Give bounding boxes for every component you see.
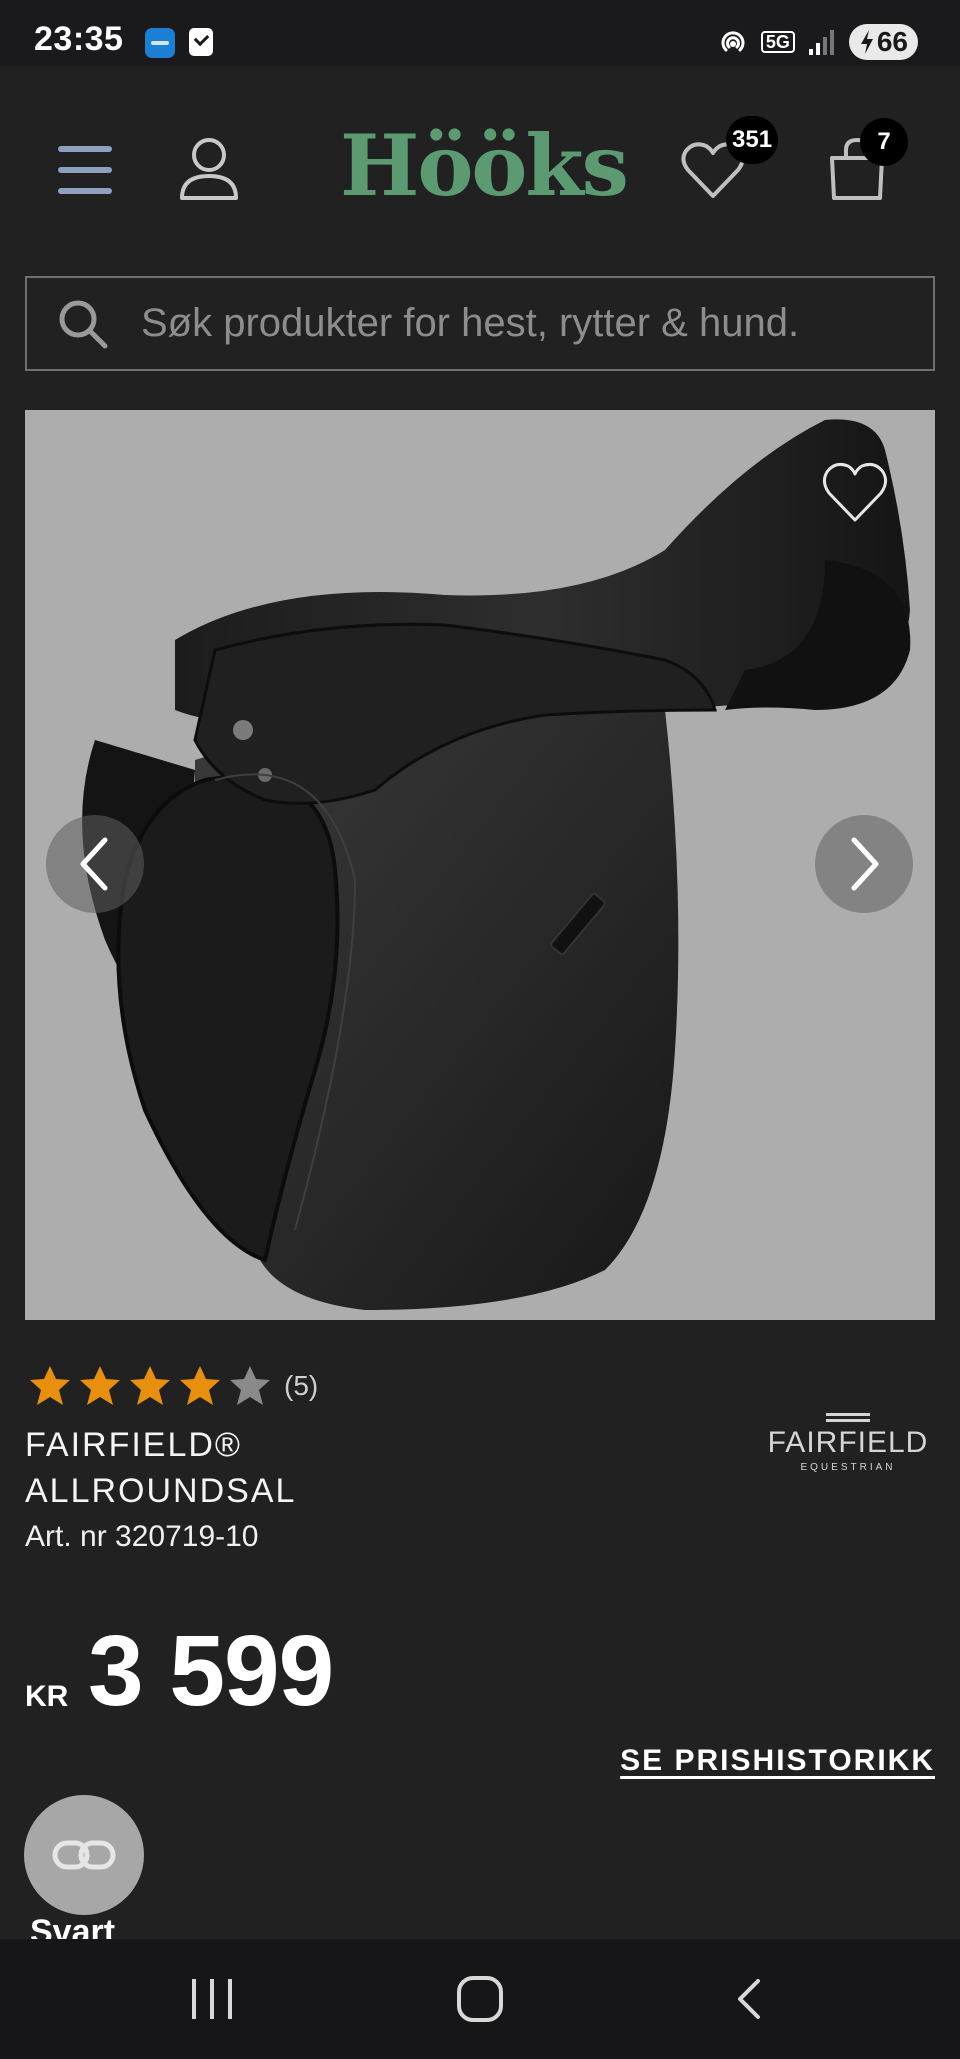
wishlist-count-badge: 351 bbox=[726, 116, 779, 164]
brand-logo-mark-icon bbox=[826, 1413, 870, 1422]
product-image-saddle bbox=[82, 419, 911, 1310]
article-number: Art. nr 320719-10 bbox=[25, 1520, 259, 1553]
previous-image-button[interactable] bbox=[46, 815, 144, 913]
battery-indicator: 66 bbox=[848, 24, 918, 60]
search-input[interactable] bbox=[141, 301, 921, 346]
link-icon bbox=[52, 1840, 116, 1870]
notification-app-icon bbox=[145, 28, 175, 58]
star-icon bbox=[130, 1366, 170, 1405]
color-swatch-button[interactable] bbox=[24, 1795, 144, 1915]
home-button[interactable] bbox=[457, 1976, 503, 2022]
status-icons: 5G 66 bbox=[717, 22, 918, 62]
star-empty-icon bbox=[230, 1366, 270, 1405]
battery-level: 66 bbox=[876, 26, 908, 57]
brand-logo-fairfield[interactable]: FAIRFIELD EQUESTRIAN bbox=[758, 1410, 938, 1473]
search-bar[interactable] bbox=[25, 276, 935, 371]
menu-button[interactable] bbox=[58, 146, 114, 194]
chevron-right-icon bbox=[851, 837, 879, 891]
brand-logo-subtitle: EQUESTRIAN bbox=[800, 1462, 896, 1473]
search-icon bbox=[59, 300, 108, 348]
product-rating[interactable]: (5) bbox=[28, 1364, 318, 1408]
chevron-left-icon bbox=[80, 837, 108, 891]
status-bar: 23:35 5G 66 bbox=[0, 0, 960, 66]
checkbox-notification-icon bbox=[189, 28, 213, 56]
star-icon bbox=[30, 1366, 70, 1405]
status-time: 23:35 bbox=[34, 20, 124, 58]
price-value: 3 599 bbox=[88, 1615, 334, 1727]
brand-logo[interactable]: Hööks bbox=[340, 116, 629, 215]
brand-logo-name: FAIRFIELD bbox=[767, 1426, 929, 1459]
price-history-link[interactable]: SE PRISHISTORIKK bbox=[620, 1744, 935, 1778]
account-button[interactable] bbox=[178, 136, 240, 202]
rating-count: (5) bbox=[284, 1370, 319, 1401]
product-image-carousel[interactable] bbox=[25, 410, 935, 1320]
next-image-button[interactable] bbox=[815, 815, 913, 913]
star-icon bbox=[180, 1366, 220, 1405]
network-type: 5G bbox=[760, 31, 795, 53]
price-currency: KR bbox=[25, 1680, 69, 1713]
cart-count-badge: 7 bbox=[860, 118, 908, 166]
favorite-heart-icon[interactable] bbox=[820, 460, 890, 526]
product-title: FAIRFIELD® ALLROUNDSAL bbox=[25, 1426, 297, 1510]
star-icon bbox=[80, 1366, 120, 1405]
hotspot-icon bbox=[721, 31, 745, 52]
back-button[interactable] bbox=[730, 1975, 770, 2023]
charging-icon bbox=[860, 30, 873, 54]
site-header: Hööks 351 7 bbox=[0, 66, 960, 276]
signal-icon bbox=[808, 30, 834, 55]
system-navigation-bar bbox=[0, 1939, 960, 2059]
recent-apps-button[interactable] bbox=[190, 1979, 234, 2019]
